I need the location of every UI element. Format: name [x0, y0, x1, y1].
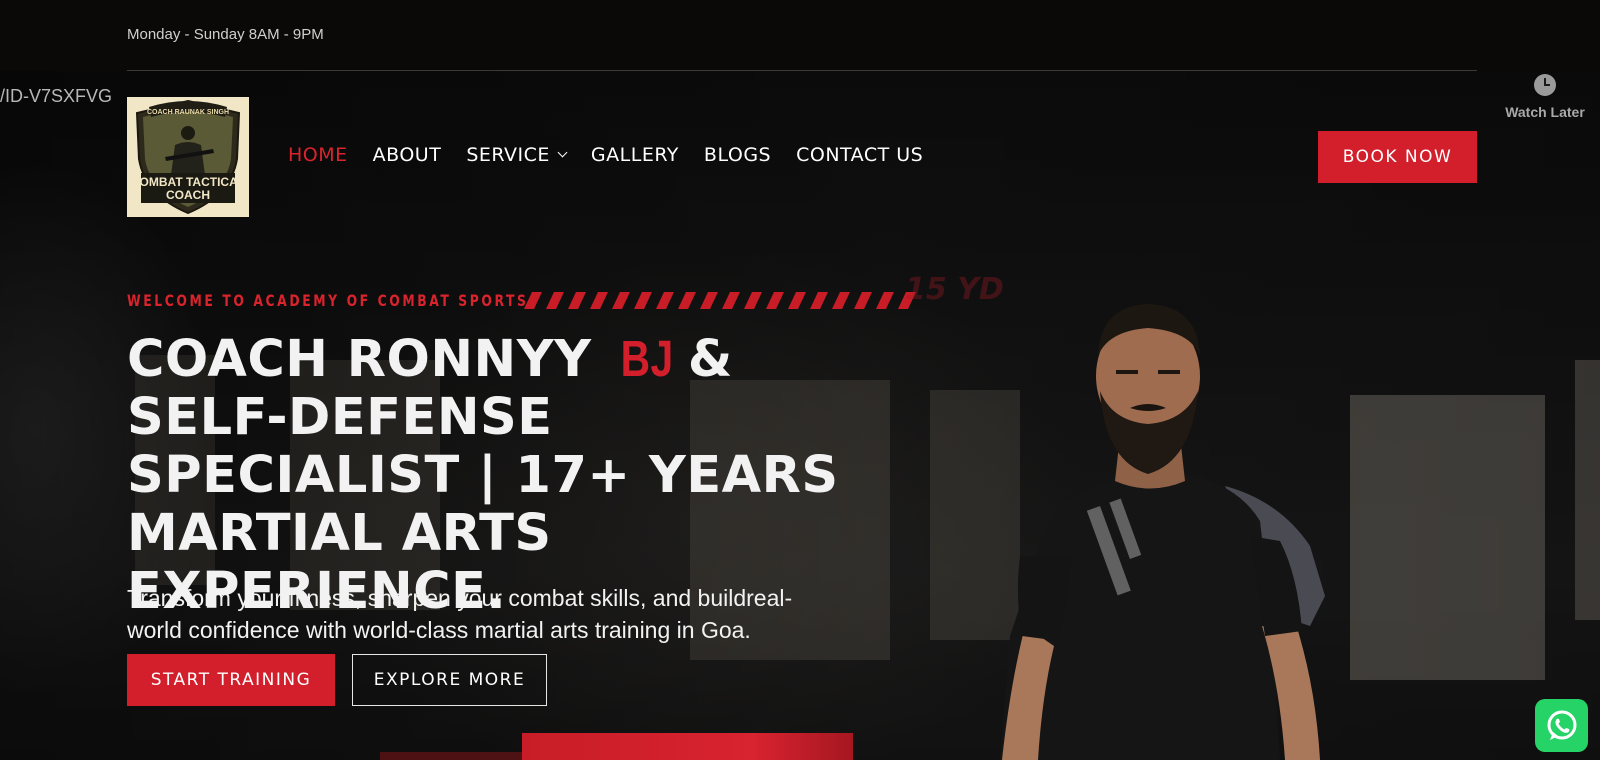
video-id-label: /ID-V7SXFVG: [0, 86, 113, 106]
book-now-button[interactable]: BOOK NOW: [1318, 131, 1477, 183]
chevron-down-icon: [557, 147, 568, 158]
logo-main-text-1: COMBAT TACTICAL: [131, 175, 245, 189]
decorative-stripes: [524, 292, 916, 309]
nav-item-label: SERVICE: [466, 144, 550, 166]
bottom-accent-shadow: [380, 752, 522, 760]
nav-item-blogs[interactable]: BLOGS: [704, 144, 771, 166]
site-logo[interactable]: COACH RAUNAK SINGH COMBAT TACTICAL COACH: [127, 97, 249, 217]
whatsapp-icon: [1547, 710, 1576, 740]
top-divider: [127, 70, 1477, 71]
watch-later-button[interactable]: Watch Later: [1500, 74, 1590, 120]
nav-item-gallery[interactable]: GALLERY: [591, 144, 679, 166]
hero-subtext: Transform your fitness, sharpen your com…: [127, 585, 793, 643]
main-navigation: HOME ABOUT SERVICE GALLERY BLOGS CONTACT…: [288, 144, 948, 166]
shield-logo-icon: COACH RAUNAK SINGH COMBAT TACTICAL COACH: [131, 99, 245, 215]
bottom-accent-bar: [522, 733, 853, 760]
watch-later-label: Watch Later: [1505, 104, 1585, 120]
logo-main-text-2: COACH: [166, 188, 210, 202]
coach-photo: [1000, 304, 1325, 760]
nav-item-contact-us[interactable]: CONTACT US: [796, 144, 923, 166]
nav-item-label: CONTACT US: [796, 144, 924, 166]
opening-hours: Monday - Sunday 8AM - 9PM: [127, 26, 324, 43]
whatsapp-chat-button[interactable]: [1535, 699, 1588, 752]
start-training-button[interactable]: START TRAINING: [127, 654, 335, 706]
headline-accent: BJ: [620, 330, 674, 387]
nav-item-service[interactable]: SERVICE: [466, 144, 568, 166]
headline-part-1: COACH RONNYY: [127, 330, 592, 389]
nav-item-label: BLOGS: [703, 144, 772, 166]
clock-icon: [1534, 74, 1556, 96]
nav-item-label: GALLERY: [590, 144, 679, 166]
nav-item-about[interactable]: ABOUT: [373, 144, 442, 166]
nav-item-label: ABOUT: [372, 144, 442, 166]
nav-item-home[interactable]: HOME: [288, 144, 348, 166]
explore-more-button[interactable]: EXPLORE MORE: [352, 654, 547, 706]
top-bar: Monday - Sunday 8AM - 9PM: [0, 0, 1600, 71]
hero-headline: COACH RONNYY BJ & SELF-DEFENSE SPECIALIST …: [127, 330, 887, 621]
logo-top-text: COACH RAUNAK SINGH: [147, 109, 229, 116]
nav-item-label: HOME: [288, 144, 348, 166]
hero-eyebrow: WELCOME TO ACADEMY OF COMBAT SPORTS: [127, 291, 529, 310]
